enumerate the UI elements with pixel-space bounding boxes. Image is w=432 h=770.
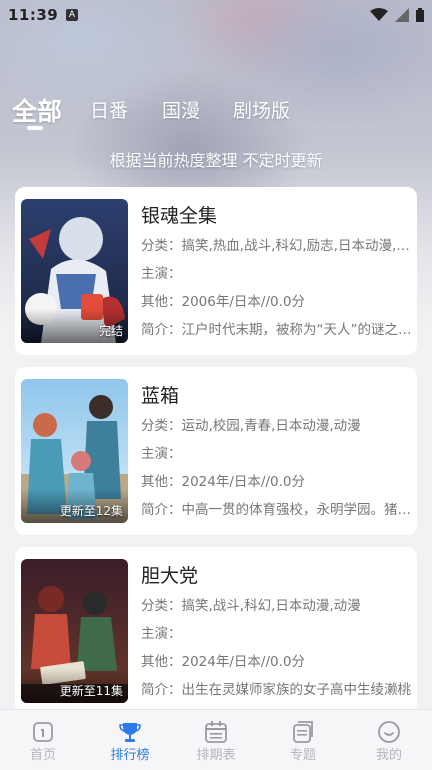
status-time: 11:39 [8,6,59,24]
nav-label: 专题 [289,748,316,763]
nav-schedule[interactable]: 排期表 [181,710,251,770]
cover-image[interactable]: 更新至11集 [21,559,128,703]
anime-cast: 主演： [141,446,182,462]
smile-icon [378,721,400,743]
status-bar: 11:39 A [0,0,432,32]
battery-icon [416,8,424,22]
anime-title[interactable]: 银魂全集 [141,201,217,228]
trophy-icon [119,723,141,742]
anime-category: 分类：运动,校园,青春,日本动漫,动漫 [141,418,361,434]
episode-badge: 更新至11集 [59,684,123,698]
tab-japanese[interactable]: 日番 [90,96,128,123]
anime-card[interactable]: 更新至12集 蓝箱 分类：运动,校园,青春,日本动漫,动漫 主演： 其他：202… [15,367,417,535]
anime-category: 分类：搞笑,热血,战斗,科幻,励志,日本动漫,动漫 [141,238,413,254]
wifi-icon [370,8,389,21]
topic-icon [293,721,313,743]
nav-label: 我的 [375,748,402,763]
calendar-icon [205,721,227,743]
anime-other: 其他：2024年/日本//0.0分 [141,654,305,670]
nav-label: 排期表 [196,748,236,763]
active-tab-indicator [27,126,43,130]
nav-label: 排行榜 [110,748,150,763]
notification-icon: A [66,9,78,21]
anime-card[interactable]: 完结 银魂全集 分类：搞笑,热血,战斗,科幻,励志,日本动漫,动漫 主演： 其他… [15,187,417,355]
tab-chinese[interactable]: 国漫 [162,96,200,123]
bottom-navigation: 首页 排行榜 排期表 专题 我的 [0,709,432,770]
anime-cast: 主演： [141,626,182,642]
anime-cast: 主演： [141,266,182,282]
status-icons [368,8,424,22]
cover-image[interactable]: 更新至12集 [21,379,128,523]
home-icon [33,722,53,742]
episode-badge: 完结 [98,324,123,338]
nav-home[interactable]: 首页 [8,710,78,770]
anime-intro: 简介：中高一贯的体育强校，永明学园。猪股大喜是 [141,502,413,518]
anime-card[interactable]: 更新至11集 胆大党 分类：搞笑,战斗,科幻,日本动漫,动漫 主演： 其他：20… [15,547,417,715]
nav-label: 首页 [29,748,56,763]
signal-icon [395,8,410,22]
cover-image[interactable]: 完结 [21,199,128,343]
anime-title[interactable]: 蓝箱 [141,381,179,408]
ranking-subtitle: 根据当前热度整理 不定时更新 [109,151,323,170]
nav-ranking[interactable]: 排行榜 [95,710,165,770]
tab-all[interactable]: 全部 [12,92,62,128]
anime-title[interactable]: 胆大党 [141,561,198,588]
episode-badge: 更新至12集 [59,504,123,518]
tab-movie[interactable]: 剧场版 [233,96,290,123]
nav-topics[interactable]: 专题 [268,710,338,770]
anime-other: 其他：2006年/日本//0.0分 [141,294,305,310]
nav-profile[interactable]: 我的 [354,710,424,770]
anime-intro: 简介：出生在灵媒师家族的女子高中生绫濑桃 [141,682,411,698]
anime-intro: 简介：江户时代末期，被称为“天人”的谜之外星人来袭 [141,322,413,338]
anime-category: 分类：搞笑,战斗,科幻,日本动漫,动漫 [141,598,361,614]
anime-other: 其他：2024年/日本//0.0分 [141,474,305,490]
